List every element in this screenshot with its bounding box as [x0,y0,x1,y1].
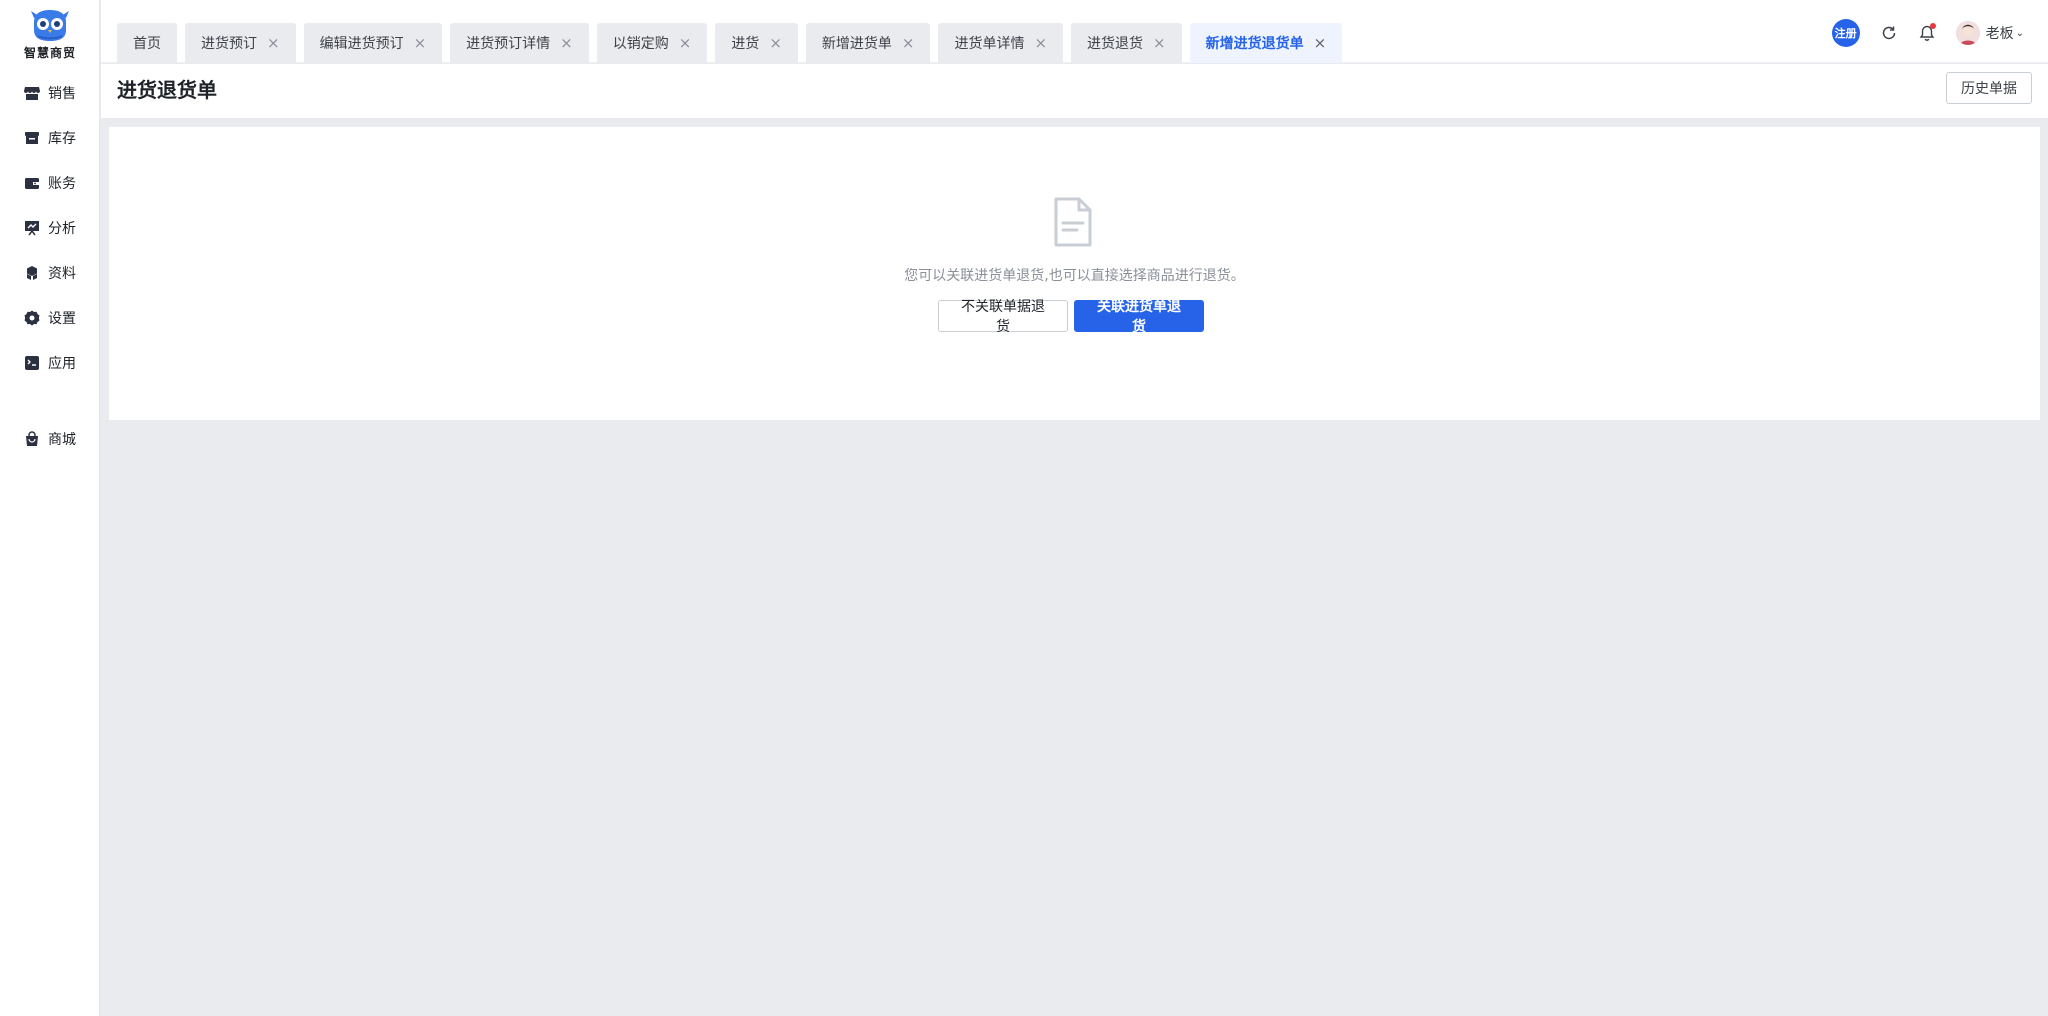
presentation-chart-icon [25,221,39,236]
tab-purchase[interactable]: 进货 × [715,23,798,63]
apps-icon [25,356,39,370]
tab-new-purchase-return[interactable]: 新增进货退货单 × [1189,23,1343,63]
link-purchase-order-return-button[interactable]: 关联进货单退货 [1074,298,1204,334]
shopping-bag-icon [26,431,38,446]
notification-dot [1929,23,1936,29]
cubes-icon [27,266,37,280]
close-icon[interactable]: × [1314,35,1327,51]
close-icon[interactable]: × [902,35,915,51]
tab-purchase-preorder[interactable]: 进货预订 × [185,23,296,63]
tab-new-purchase-order[interactable]: 新增进货单 × [805,23,931,63]
sidebar-item-label: 账务 [48,176,76,192]
tab-strip: 首页 进货预订 × 编辑进货预订 × 进货预订详情 × 以销定购 × 进货 × … [117,23,1350,63]
top-right-actions: 注册 老板 ⌄ [1831,19,2024,47]
sidebar: 智慧商贸 销售 库存 账务 分析 资料 设置 应用 商城 [0,0,100,1016]
gear-icon [24,310,40,326]
close-icon[interactable]: × [267,35,280,51]
tab-label: 编辑进货预订 [319,36,404,52]
tab-label: 新增进货单 [821,36,892,52]
close-icon[interactable]: × [769,35,782,51]
tab-label: 进货预订 [201,36,257,52]
tab-label: 以销定购 [612,36,669,52]
tab-purchase-return[interactable]: 进货退货 × [1071,23,1182,63]
sidebar-item-apps[interactable]: 应用 [0,345,100,381]
register-button[interactable]: 注册 [1831,19,1860,47]
return-without-document-button[interactable]: 不关联单据退货 [938,298,1068,334]
tab-label: 进货 [731,36,760,52]
sidebar-item-label: 设置 [48,311,76,327]
tab-purchase-preorder-detail[interactable]: 进货预订详情 × [450,23,589,63]
sidebar-item-inventory[interactable]: 库存 [0,120,100,156]
sidebar-item-label: 库存 [48,131,76,147]
sidebar-item-analysis[interactable]: 分析 [0,210,100,246]
tab-sales-based-purchase[interactable]: 以销定购 × [596,23,708,63]
box-icon [25,132,39,144]
owl-logo-icon [31,10,69,41]
tab-home[interactable]: 首页 [117,23,177,63]
sidebar-item-label: 资料 [48,266,76,282]
brand-logo[interactable]: 智慧商贸 [0,8,100,62]
sidebar-item-label: 销售 [48,86,76,102]
sidebar-item-label: 应用 [48,356,76,372]
sidebar-item-label: 分析 [48,221,76,237]
brand-name: 智慧商贸 [23,46,76,60]
close-icon[interactable]: × [414,35,427,51]
page-title: 进货退货单 [117,78,217,102]
empty-state-card: 您可以关联进货单退货,也可以直接选择商品进行退货。 不关联单据退货 关联进货单退… [109,127,2040,420]
tab-label: 首页 [133,36,161,52]
tab-label: 进货单详情 [954,36,1025,52]
avatar [1955,21,1980,45]
tab-edit-purchase-preorder[interactable]: 编辑进货预订 × [303,23,443,63]
refresh-button[interactable] [1880,24,1898,42]
store-icon [24,87,40,100]
tab-label: 进货预订详情 [466,36,551,52]
close-icon[interactable]: × [679,35,692,51]
chevron-down-icon: ⌄ [2015,27,2024,39]
user-avatar-icon [1955,21,1980,45]
tab-label: 进货退货 [1087,36,1144,52]
wallet-icon [25,178,39,189]
sidebar-item-materials[interactable]: 资料 [0,255,100,291]
sidebar-item-mall[interactable]: 商城 [0,421,100,457]
refresh-icon [1882,26,1895,40]
close-icon[interactable]: × [1153,35,1166,51]
notification-button[interactable] [1918,23,1936,42]
document-icon [1054,197,1092,247]
sidebar-item-accounts[interactable]: 账务 [0,165,100,201]
user-name: 老板 [1985,26,2014,42]
tab-label: 新增进货退货单 [1205,36,1304,52]
page-header: 进货退货单 历史单据 [101,64,2048,118]
sidebar-item-label: 商城 [48,432,76,448]
close-icon[interactable]: × [560,35,573,51]
sidebar-item-sales[interactable]: 销售 [0,75,100,111]
sidebar-item-settings[interactable]: 设置 [0,300,100,336]
empty-state-hint: 您可以关联进货单退货,也可以直接选择商品进行退货。 [904,268,1245,284]
history-documents-button[interactable]: 历史单据 [1946,72,2032,104]
user-menu[interactable]: 老板 ⌄ [1955,21,2024,45]
close-icon[interactable]: × [1034,35,1047,51]
tab-purchase-order-detail[interactable]: 进货单详情 × [938,23,1064,63]
top-bar: 首页 进货预订 × 编辑进货预订 × 进货预订详情 × 以销定购 × 进货 × … [101,0,2048,63]
